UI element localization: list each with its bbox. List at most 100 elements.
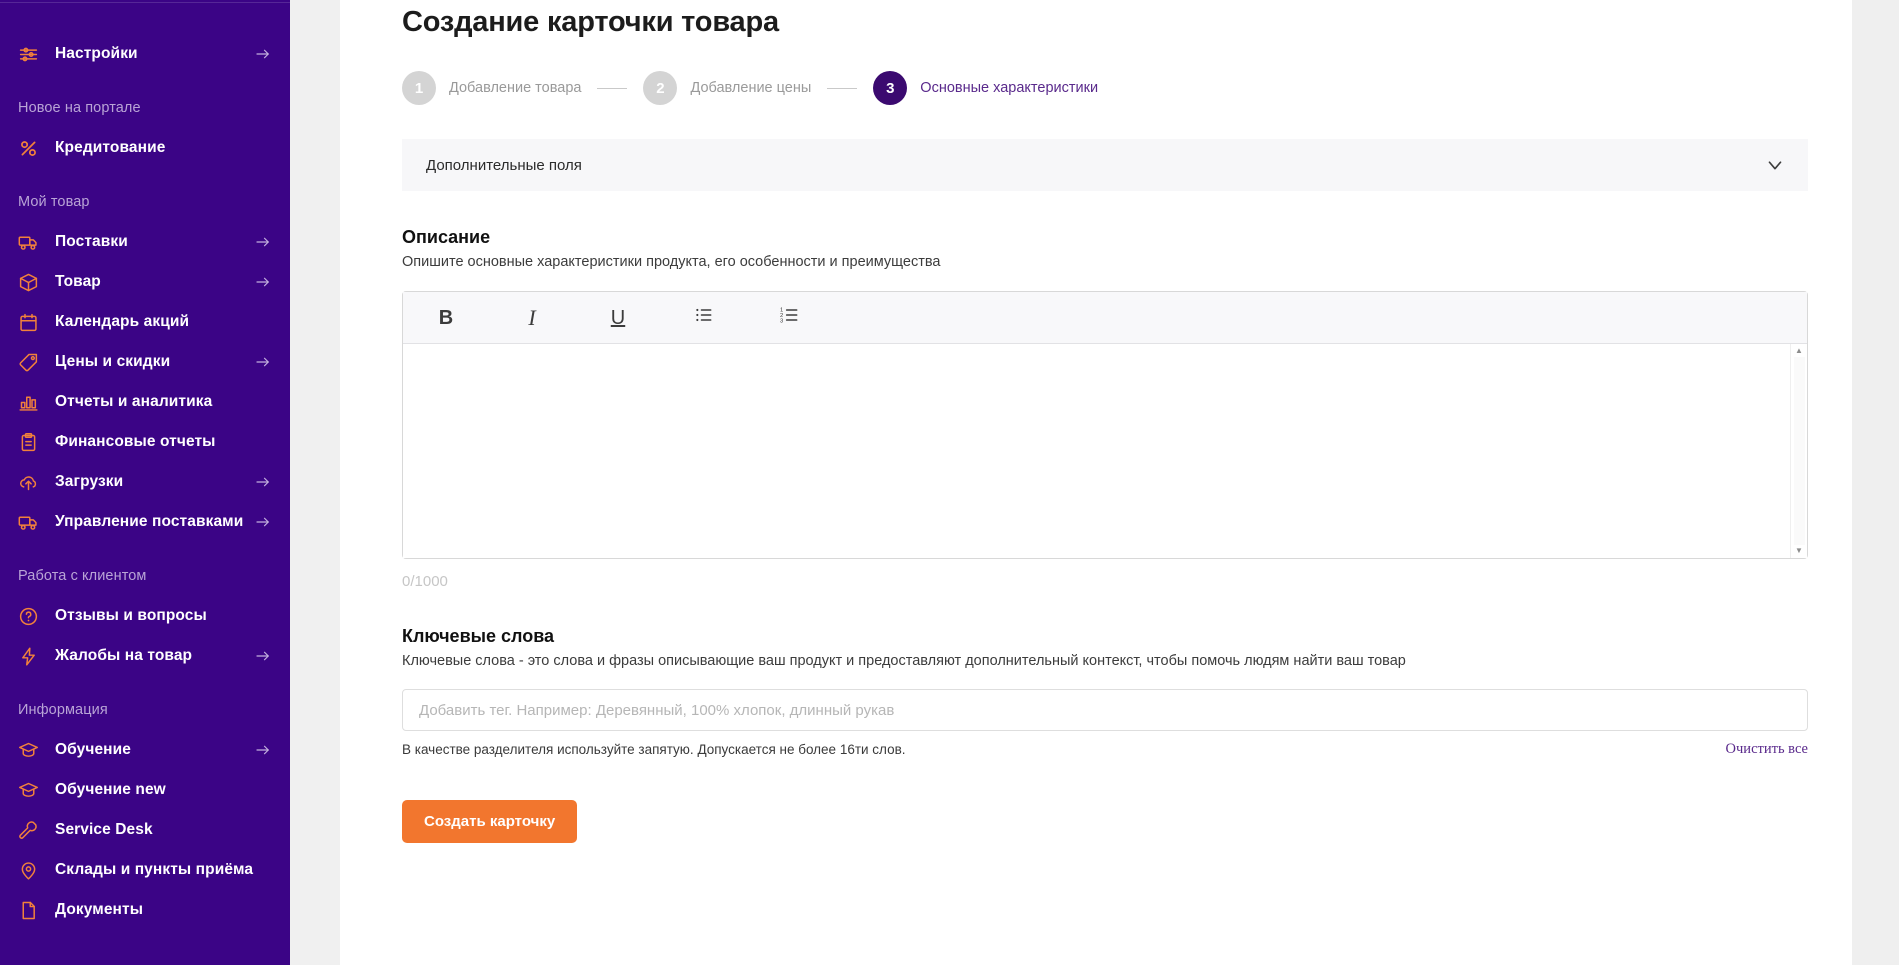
step-badge: 2 — [643, 71, 678, 105]
arrow-right-icon[interactable] — [254, 513, 272, 531]
sliders-icon — [18, 43, 44, 65]
sidebar-item-label: Цены и скидки — [55, 353, 171, 370]
graduation-cap-icon — [18, 779, 44, 801]
create-card-button[interactable]: Создать карточку — [402, 800, 578, 843]
bold-button[interactable]: B — [403, 292, 489, 344]
sidebar-divider — [0, 2, 290, 3]
sidebar-item-4-4[interactable]: Документы — [0, 890, 290, 930]
box-icon — [18, 271, 44, 293]
sidebar-item-3-2[interactable]: Цены и скидки — [0, 342, 290, 382]
keywords-hint-row: В качестве разделителя используйте запят… — [402, 741, 1808, 758]
cloud-upload-icon — [18, 471, 44, 493]
arrow-right-icon[interactable] — [254, 473, 272, 491]
keywords-tag-input[interactable] — [402, 689, 1808, 731]
sidebar-group-title: Работа с клиентом — [18, 568, 147, 584]
sidebar-item-label: Отчеты и аналитика — [55, 393, 213, 410]
keywords-title: Ключевые слова — [402, 626, 555, 646]
additional-fields-accordion[interactable]: Дополнительные поля — [402, 139, 1808, 191]
sidebar-item-1-4[interactable]: Обучение new — [0, 770, 290, 810]
wrench-icon — [18, 819, 44, 841]
sidebar-item-0-3[interactable]: Отзывы и вопросы — [0, 596, 290, 636]
sidebar-item-label: Обучение new — [55, 781, 166, 798]
sidebar-item-label: Настройки — [55, 45, 138, 62]
description-subtitle: Опишите основные характеристики продукта… — [402, 254, 941, 270]
percent-icon — [18, 137, 44, 159]
bar-chart-icon — [18, 391, 44, 413]
arrow-right-icon[interactable] — [254, 353, 272, 371]
truck-icon — [18, 511, 44, 533]
sidebar-item-label: Обучение — [55, 741, 131, 758]
sidebar-item-6-2[interactable]: Загрузки — [0, 462, 290, 502]
sidebar-groups: Настройки Новое на портале Кредитование Мой… — [0, 0, 290, 930]
sidebar-item-0-2[interactable]: Поставки — [0, 222, 290, 262]
step-label: Добавление цены — [690, 80, 812, 96]
scroll-up-icon[interactable]: ▲ — [1795, 347, 1803, 355]
document-icon — [18, 899, 44, 921]
step-2[interactable]: 2 Добавление цены — [643, 71, 811, 105]
keywords-subtitle: Ключевые слова - это слова и фразы описы… — [402, 653, 1406, 669]
description-section: Описание Опишите основные характеристики… — [402, 227, 1808, 590]
chevron-down-icon[interactable] — [1764, 154, 1786, 176]
editor-scrollbar[interactable]: ▲ ▼ — [1790, 344, 1807, 558]
scrollbar-track[interactable] — [1793, 357, 1805, 545]
sidebar-item-0-4[interactable]: Обучение — [0, 730, 290, 770]
arrow-right-icon[interactable] — [254, 45, 272, 63]
sidebar-item-label: Календарь акций — [55, 313, 190, 330]
clear-all-link[interactable]: Очистить все — [1726, 741, 1808, 758]
step-1[interactable]: 1 Добавление товара — [402, 71, 581, 105]
description-title: Описание — [402, 227, 491, 247]
italic-icon: I — [528, 304, 536, 330]
step-separator — [827, 87, 858, 89]
arrow-right-icon[interactable] — [254, 647, 272, 665]
bolt-icon — [18, 645, 44, 667]
keywords-hint: В качестве разделителя используйте запят… — [402, 742, 906, 757]
italic-button[interactable]: I — [489, 292, 575, 344]
scroll-down-icon[interactable]: ▼ — [1795, 547, 1803, 555]
keywords-section: Ключевые слова Ключевые слова - это слов… — [402, 626, 1808, 758]
question-circle-icon — [18, 605, 44, 627]
arrow-right-icon[interactable] — [254, 273, 272, 291]
editor-body: ▲ ▼ — [403, 344, 1807, 558]
numbered-list-icon: 1 2 3 — [780, 305, 800, 330]
step-label: Основные характеристики — [920, 80, 1099, 96]
sidebar-group-title: Мой товар — [18, 194, 90, 210]
right-gutter — [1852, 0, 1899, 965]
accordion-title: Дополнительные поля — [426, 156, 582, 174]
description-editor: B I U 1 2 3 ▲ ▼ — [402, 291, 1808, 559]
sidebar-item-0-0[interactable]: Настройки — [0, 34, 290, 74]
graduation-cap-icon — [18, 739, 44, 761]
sidebar-item-label: Кредитование — [55, 139, 166, 156]
tag-icon — [18, 351, 44, 373]
numbered-list-button[interactable]: 1 2 3 — [747, 292, 833, 344]
bulleted-list-icon — [694, 305, 714, 330]
sidebar-item-label: Документы — [55, 901, 144, 918]
sidebar-item-3-4[interactable]: Склады и пункты приёма — [0, 850, 290, 890]
sidebar-item-7-2[interactable]: Управление поставками — [0, 502, 290, 542]
editor-toolbar: B I U 1 2 3 — [403, 292, 1807, 344]
sidebar-item-2-4[interactable]: Service Desk — [0, 810, 290, 850]
sidebar-item-2-2[interactable]: Календарь акций — [0, 302, 290, 342]
sidebar-item-4-2[interactable]: Отчеты и аналитика — [0, 382, 290, 422]
sidebar-item-1-3[interactable]: Жалобы на товар — [0, 636, 290, 676]
app-root: Настройки Новое на портале Кредитование Мой… — [0, 0, 1899, 965]
step-indicator: 1 Добавление товара 2 Добавление цены 3 Основ… — [402, 71, 1808, 105]
truck-icon — [18, 231, 44, 253]
description-textarea[interactable] — [403, 344, 1790, 558]
sidebar-item-5-2[interactable]: Финансовые отчеты — [0, 422, 290, 462]
underline-button[interactable]: U — [575, 292, 661, 344]
sidebar-item-0-1[interactable]: Кредитование — [0, 128, 290, 168]
main-content: Создание карточки товара 1 Добавление тов… — [340, 0, 1852, 965]
arrow-right-icon[interactable] — [254, 741, 272, 759]
arrow-right-icon[interactable] — [254, 233, 272, 251]
calendar-icon — [18, 311, 44, 333]
sidebar-item-1-2[interactable]: Товар — [0, 262, 290, 302]
step-3[interactable]: 3 Основные характеристики — [873, 71, 1098, 105]
clipboard-icon — [18, 431, 44, 453]
sidebar: Настройки Новое на портале Кредитование Мой… — [0, 0, 290, 965]
sidebar-item-label: Финансовые отчеты — [55, 433, 216, 450]
step-label: Добавление товара — [449, 80, 582, 96]
bulleted-list-button[interactable] — [661, 292, 747, 344]
step-badge: 1 — [402, 71, 436, 105]
sidebar-group-title: Информация — [18, 702, 108, 718]
step-badge: 3 — [873, 71, 908, 105]
